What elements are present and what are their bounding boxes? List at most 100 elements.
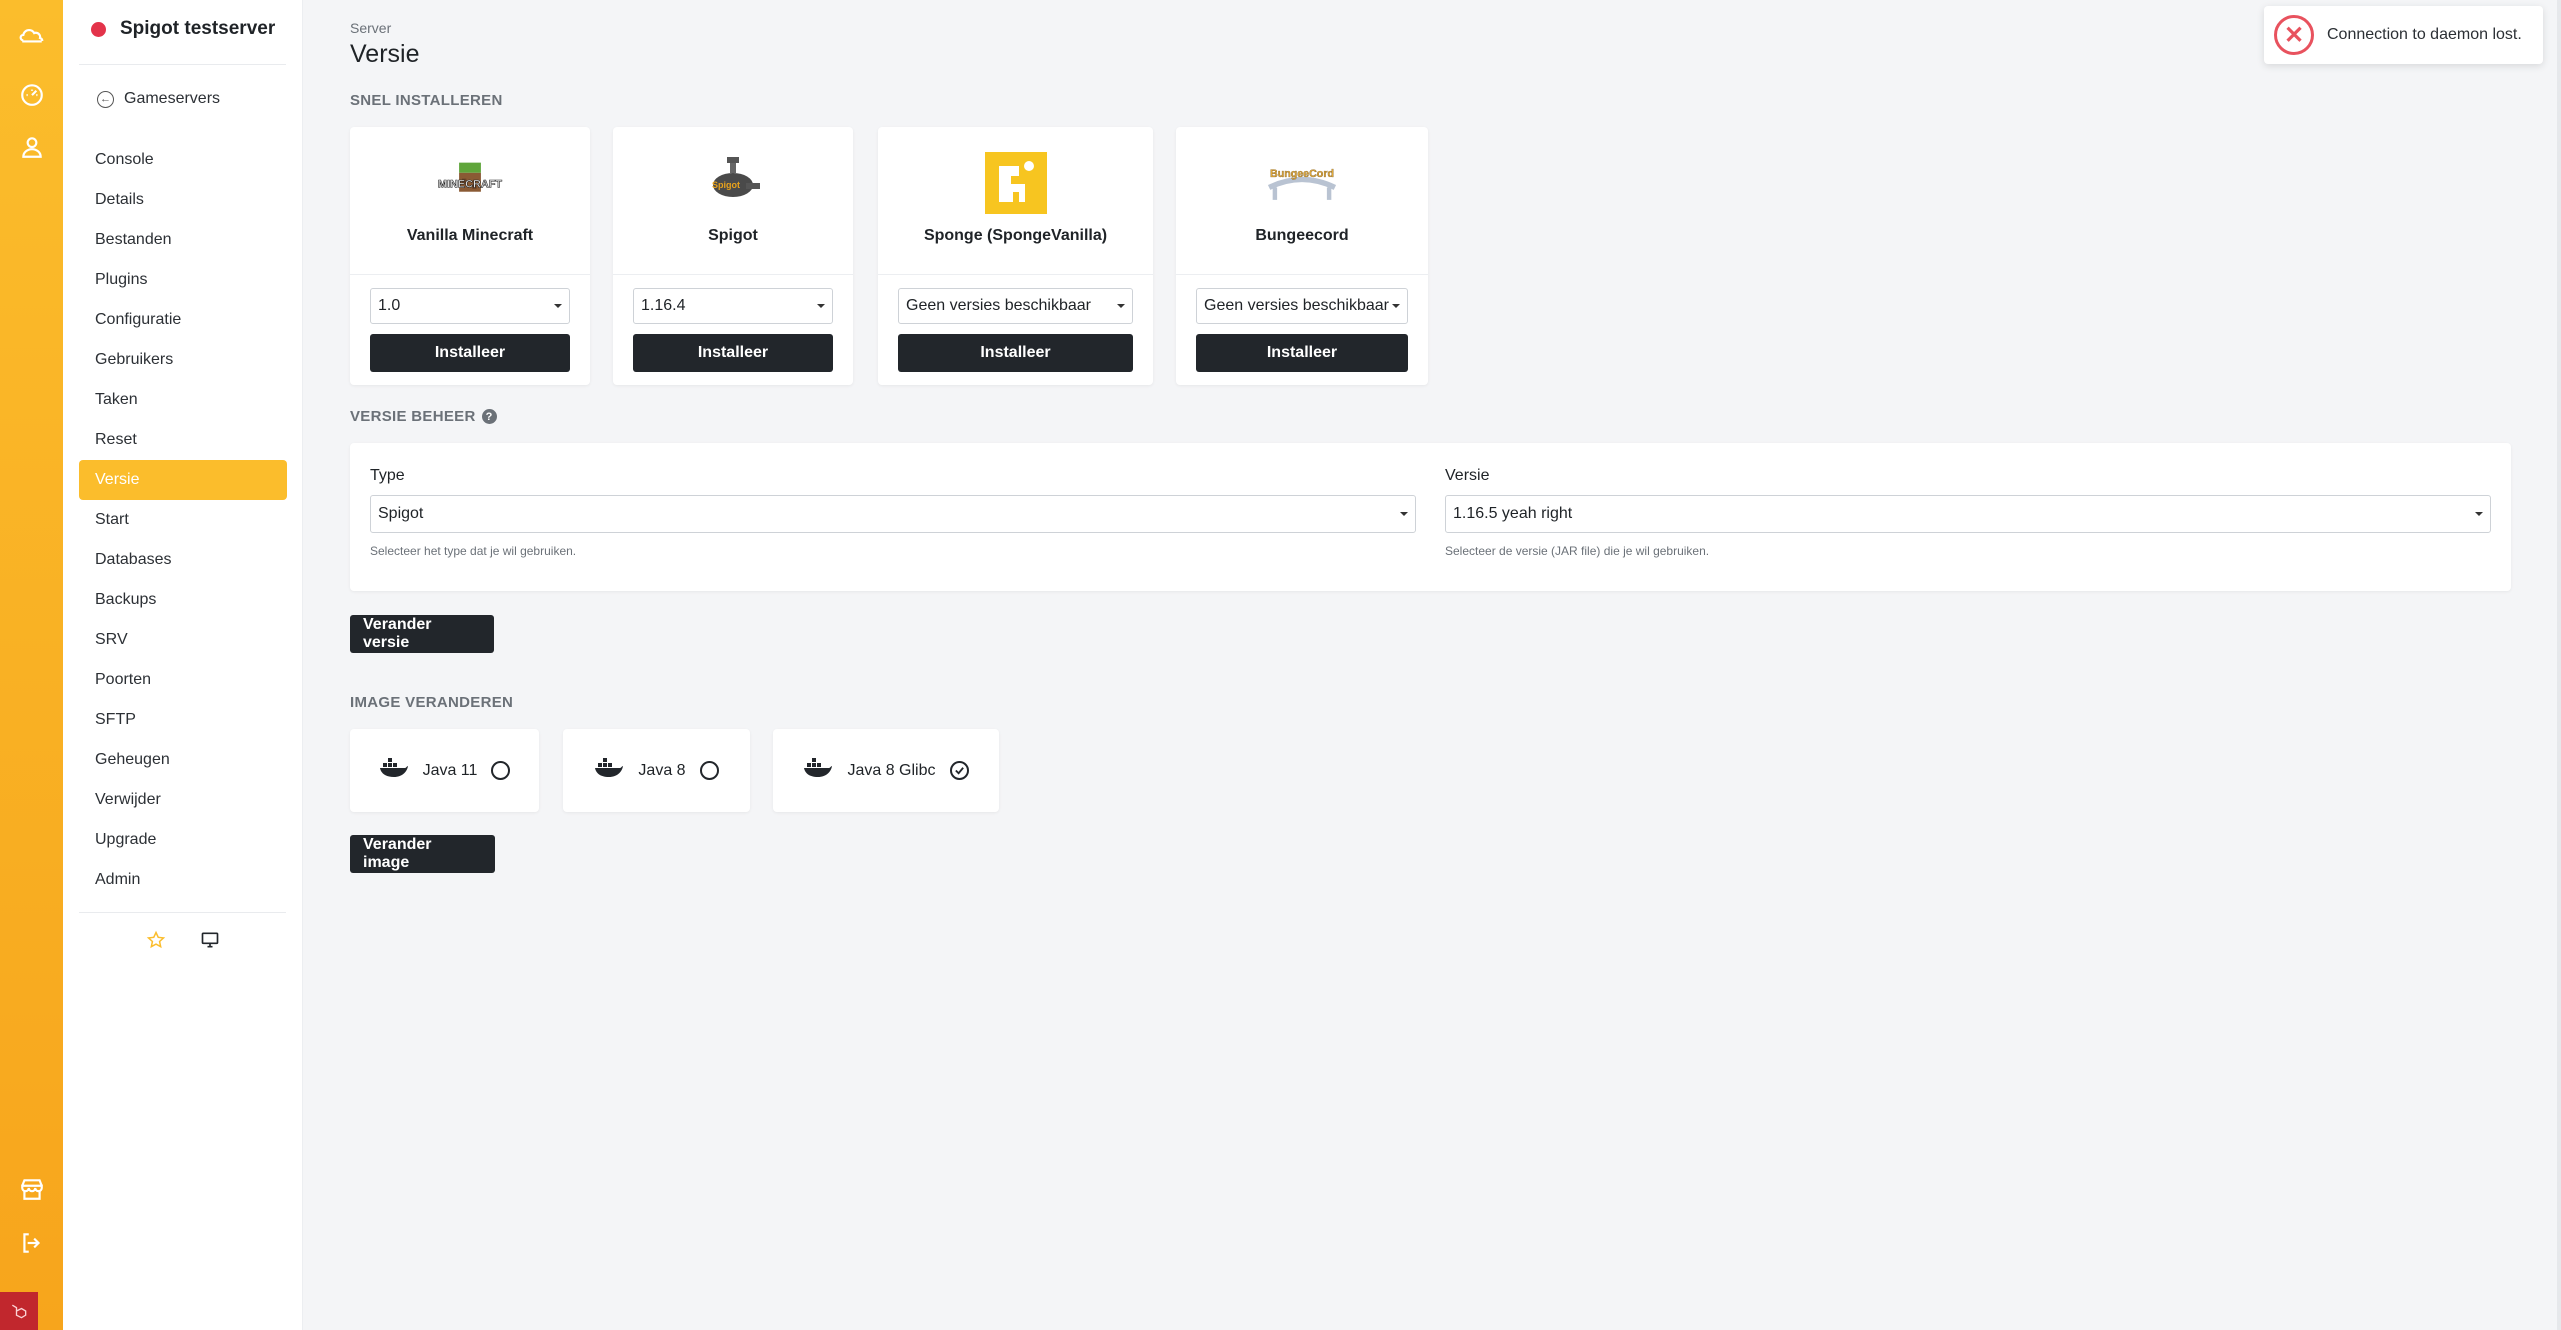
breadcrumb: Server [350, 20, 392, 36]
back-to-gameservers-link[interactable]: ← Gameservers [97, 90, 220, 108]
caret-down-icon [1400, 512, 1408, 516]
version-label: Versie [1445, 467, 1490, 484]
sidebar-item-plugins[interactable]: Plugins [79, 260, 287, 300]
type-select[interactable]: Spigot [370, 495, 1416, 533]
sidebar-item-backups[interactable]: Backups [79, 580, 287, 620]
quick-install-heading: SNEL INSTALLEREN [350, 92, 503, 109]
sidebar-item-gebruikers[interactable]: Gebruikers [79, 340, 287, 380]
image-label: Java 11 [422, 761, 478, 779]
page-title: Versie [350, 40, 420, 68]
sidebar-item-verwijder[interactable]: Verwijder [79, 780, 287, 820]
sidebar-item-srv[interactable]: SRV [79, 620, 287, 660]
sidebar: Spigot testserver ← Gameservers Console … [63, 0, 303, 1330]
logout-icon[interactable] [0, 1223, 63, 1263]
version-select[interactable]: 1.16.5 yeah right [1445, 495, 2491, 533]
caret-down-icon [554, 304, 562, 308]
sponge-logo-icon [976, 152, 1056, 214]
dashboard-icon[interactable] [0, 74, 63, 114]
sidebar-item-poorten[interactable]: Poorten [79, 660, 287, 700]
type-label: Type [370, 467, 405, 484]
quick-install-card-vanilla: MINECRAFT Vanilla Minecraft 1.0 Installe… [350, 127, 590, 385]
quick-install-card-sponge: Sponge (SpongeVanilla) Geen versies besc… [878, 127, 1153, 385]
store-icon[interactable] [0, 1169, 63, 1209]
sidebar-item-taken[interactable]: Taken [79, 380, 287, 420]
sponge-version-select[interactable]: Geen versies beschikbaar [898, 288, 1133, 324]
error-x-icon: ✕ [2274, 15, 2314, 55]
caret-down-icon [1117, 304, 1125, 308]
caret-down-icon [2475, 512, 2483, 516]
install-sponge-button[interactable]: Installeer [898, 334, 1133, 372]
bungeecord-logo-text: BungeeCord [1270, 168, 1334, 180]
divider [79, 64, 286, 65]
sidebar-item-details[interactable]: Details [79, 180, 287, 220]
image-option-java11[interactable]: Java 11 [350, 729, 539, 812]
version-manage-label: VERSIE BEHEER [350, 408, 476, 425]
select-value: 1.16.4 [641, 297, 686, 314]
install-vanilla-button[interactable]: Installeer [370, 334, 570, 372]
radio-unchecked-icon[interactable] [699, 761, 719, 780]
quick-install-card-spigot: Spigot Spigot 1.16.4 Installeer [613, 127, 853, 385]
version-help-text: Selecteer de versie (JAR file) die je wi… [1445, 544, 1710, 558]
sidebar-item-databases[interactable]: Databases [79, 540, 287, 580]
status-offline-icon [91, 21, 106, 37]
select-value: 1.0 [378, 297, 401, 314]
sidebar-item-configuratie[interactable]: Configuratie [79, 300, 287, 340]
icon-rail [0, 0, 63, 1330]
sidebar-item-reset[interactable]: Reset [79, 420, 287, 460]
star-icon[interactable] [146, 930, 166, 955]
sidebar-item-versie[interactable]: Versie [79, 460, 287, 500]
image-change-heading: IMAGE VERANDEREN [350, 694, 514, 711]
back-label: Gameservers [124, 90, 221, 107]
caret-down-icon [1392, 304, 1400, 308]
server-title: Spigot testserver [91, 18, 275, 40]
sidebar-item-start[interactable]: Start [79, 500, 287, 540]
user-icon[interactable] [0, 127, 63, 167]
sidebar-nav: Console Details Bestanden Plugins Config… [79, 140, 287, 900]
sidebar-item-upgrade[interactable]: Upgrade [79, 820, 287, 860]
error-toast[interactable]: ✕ Connection to daemon lost. [2264, 6, 2543, 64]
quick-install-card-bungeecord: BungeeCord Bungeecord Geen versies besch… [1176, 127, 1428, 385]
spigot-logo-icon: Spigot [693, 153, 773, 213]
install-bungeecord-button[interactable]: Installeer [1196, 334, 1408, 372]
divider [79, 912, 286, 913]
sidebar-item-sftp[interactable]: SFTP [79, 700, 287, 740]
change-image-button[interactable]: Verander image [350, 835, 495, 873]
card-title: Sponge (SpongeVanilla) [923, 227, 1108, 244]
radio-checked-icon[interactable] [949, 761, 969, 780]
vanilla-version-select[interactable]: 1.0 [370, 288, 570, 324]
docker-icon [803, 757, 833, 784]
sidebar-item-bestanden[interactable]: Bestanden [79, 220, 287, 260]
version-manage-heading: VERSIE BEHEER ? [350, 408, 497, 425]
image-option-java8[interactable]: Java 8 [563, 729, 750, 812]
image-label: Java 8 [638, 761, 686, 779]
monitor-icon[interactable] [200, 930, 220, 955]
sidebar-item-geheugen[interactable]: Geheugen [79, 740, 287, 780]
docker-icon [594, 757, 624, 784]
minecraft-logo-icon: MINECRAFT [430, 153, 510, 213]
server-name: Spigot testserver [120, 18, 276, 39]
minecraft-logo-text: MINECRAFT [438, 178, 502, 190]
docker-icon [379, 757, 409, 784]
card-title: Vanilla Minecraft [406, 227, 534, 244]
sidebar-item-admin[interactable]: Admin [79, 860, 287, 900]
cloud-icon[interactable] [0, 16, 63, 56]
scrollbar[interactable] [2557, 0, 2561, 1330]
select-value: Spigot [378, 505, 424, 522]
spigot-version-select[interactable]: 1.16.4 [633, 288, 833, 324]
select-value: Geen versies beschikbaar [1204, 297, 1389, 314]
spigot-logo-text: Spigot [712, 180, 740, 190]
change-version-button[interactable]: Verander versie [350, 615, 494, 653]
select-value: Geen versies beschikbaar [906, 297, 1091, 314]
image-label: Java 8 Glibc [847, 761, 936, 779]
caret-down-icon [817, 304, 825, 308]
help-icon[interactable]: ? [481, 409, 497, 424]
radio-unchecked-icon[interactable] [491, 761, 511, 780]
select-value: 1.16.5 yeah right [1453, 505, 1573, 522]
sidebar-item-console[interactable]: Console [79, 140, 287, 180]
bungeecord-version-select[interactable]: Geen versies beschikbaar [1196, 288, 1408, 324]
card-title: Bungeecord [1255, 227, 1349, 244]
image-option-java8-glibc[interactable]: Java 8 Glibc [773, 729, 999, 812]
install-spigot-button[interactable]: Installeer [633, 334, 833, 372]
version-manage-card: Type Spigot Selecteer het type dat je wi… [350, 443, 2511, 591]
bungeecord-logo-icon: BungeeCord [1262, 153, 1342, 213]
